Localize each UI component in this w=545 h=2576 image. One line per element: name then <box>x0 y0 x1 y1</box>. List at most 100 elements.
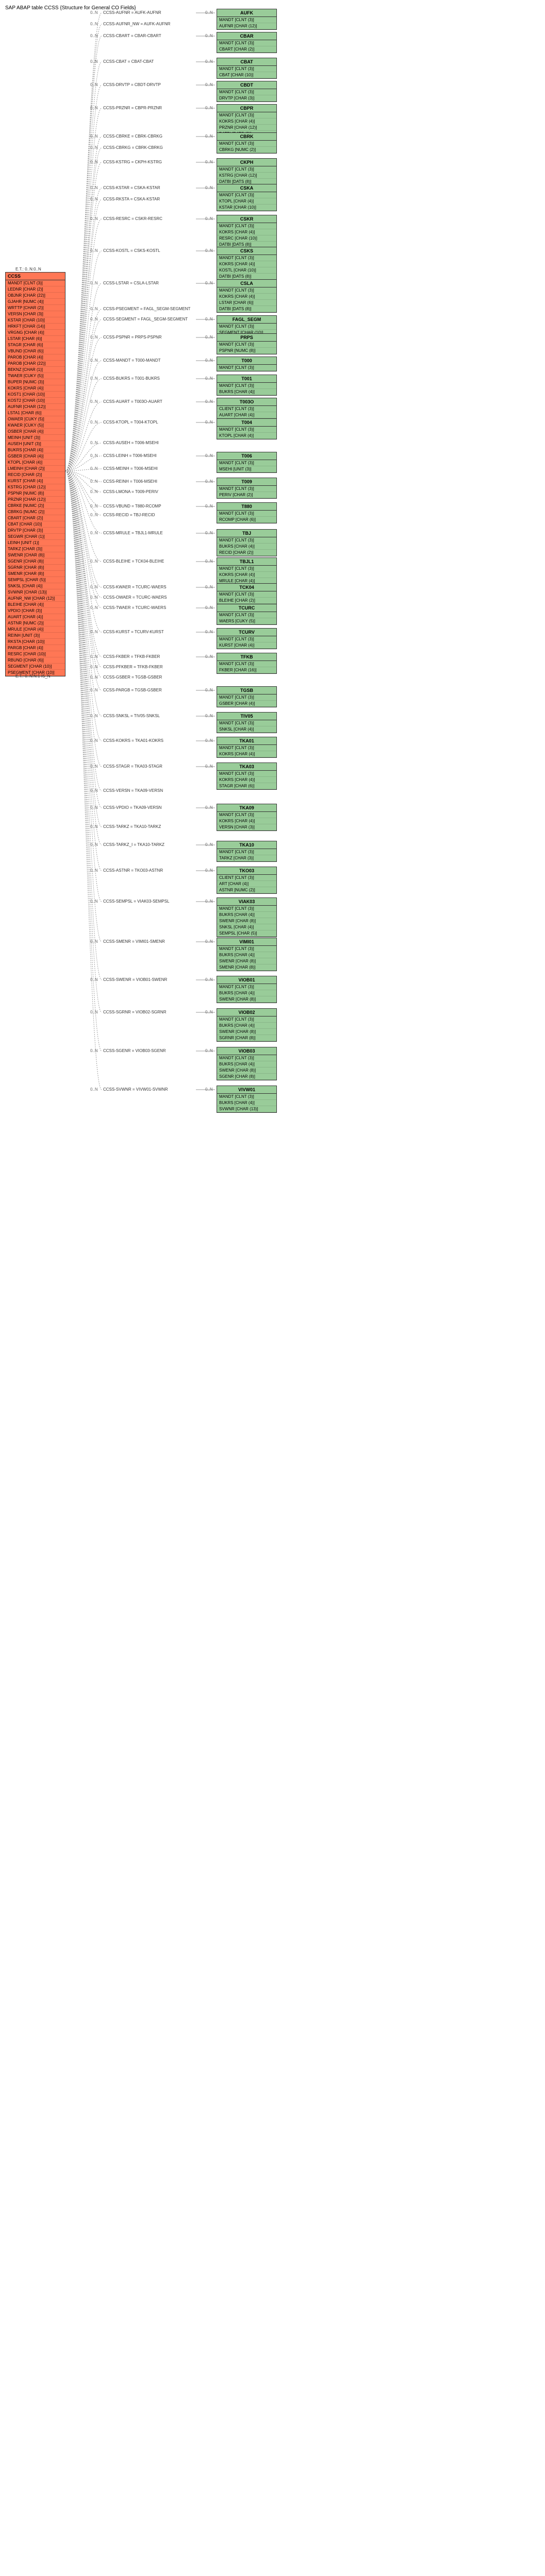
target-field: CBAT [CHAR (10)] <box>217 72 276 78</box>
mapping-label: CCSS-PRZNR = CBPR-PRZNR <box>103 106 162 110</box>
source-field: AUFNR_NW [CHAR (12)] <box>6 596 65 602</box>
source-field: WRTTP [CHAR (2)] <box>6 305 65 311</box>
target-field: MANDT [CLNT (3)] <box>217 566 276 572</box>
target-table-header: TKA10 <box>217 841 276 849</box>
cardinality-label: 0..N <box>90 185 98 190</box>
cardinality-label: 0..N <box>90 714 98 718</box>
source-field: MRULE [CHAR (4)] <box>6 626 65 633</box>
cardinality-label: 0..N <box>90 1048 98 1053</box>
target-field: ASTNR [NUMC (2)] <box>217 887 276 893</box>
cardinality-label: 0..N <box>205 335 213 340</box>
target-table-header: TKO03 <box>217 867 276 875</box>
source-field: REINH [UNIT (3)] <box>6 633 65 639</box>
target-field: SMENR [CHAR (8)] <box>217 964 276 971</box>
target-table-header: TBJ <box>217 530 276 537</box>
target-field: KOKRS [CHAR (4)] <box>217 751 276 757</box>
target-table: CSLAMANDT [CLNT (3)]KOKRS [CHAR (4)]LSTA… <box>217 279 277 313</box>
mapping-label: CCSS-PSEGMENT = FAGL_SEGM-SEGMENT <box>103 307 190 311</box>
source-field: AUFNR [CHAR (12)] <box>6 404 65 410</box>
cardinality-label: 0..N <box>205 59 213 64</box>
source-field: TWAER [CUKY (5)] <box>6 373 65 379</box>
target-field: KTOPL [CHAR (4)] <box>217 198 276 205</box>
target-field: MANDT [CLNT (3)] <box>217 427 276 433</box>
target-field: KOKRS [CHAR (4)] <box>217 261 276 267</box>
target-table: AUFKMANDT [CLNT (3)]AUFNR [CHAR (12)] <box>217 9 277 30</box>
cardinality-label: 0..N <box>205 630 213 634</box>
cardinality-label: 0..N <box>90 559 98 564</box>
cardinality-label: 0..N <box>90 33 98 38</box>
source-field: BEKNZ [CHAR (1)] <box>6 367 65 373</box>
target-table-header: CBAR <box>217 32 276 40</box>
cardinality-label: 0..N <box>205 453 213 458</box>
source-field: KTOPL [CHAR (4)] <box>6 460 65 466</box>
target-table-header: CSKA <box>217 184 276 192</box>
target-field: FKBER [CHAR (16)] <box>217 667 276 673</box>
target-table: TGSBMANDT [CLNT (3)]GSBER [CHAR (4)] <box>217 686 277 707</box>
mapping-label: CCSS-SGENR = VIOB03-SGENR <box>103 1048 166 1053</box>
mapping-label: CCSS-KOKRS = TKA01-KOKRS <box>103 738 163 743</box>
cardinality-label: 0..N <box>205 281 213 285</box>
mapping-label: CCSS-CBART = CBAR-CBART <box>103 33 161 38</box>
source-field: PARGB [CHAR (4)] <box>6 645 65 651</box>
target-field: MANDT [CLNT (3)] <box>217 66 276 72</box>
mapping-label: CCSS-LEINH = T006-MSEHI <box>103 453 157 458</box>
target-field: KOKRS [CHAR (4)] <box>217 572 276 578</box>
cardinality-label: 0..N <box>90 899 98 904</box>
source-field: KOST2 [CHAR (10)] <box>6 398 65 404</box>
source-field: LEDNR [CHAR (2)] <box>6 286 65 293</box>
target-field: SWENR [CHAR (8)] <box>217 958 276 964</box>
mapping-label: CCSS-SEGMENT = FAGL_SEGM-SEGMENT <box>103 317 188 321</box>
source-field: GSBER [CHAR (4)] <box>6 453 65 460</box>
source-field: KOKRS [CHAR (4)] <box>6 385 65 392</box>
source-field: RBUND [CHAR (6)] <box>6 657 65 664</box>
mapping-label: CCSS-PARGB = TGSB-GSBER <box>103 688 162 692</box>
target-table-header: T001 <box>217 375 276 383</box>
target-table-header: TGSB <box>217 687 276 694</box>
source-field: KWAER [CUKY (5)] <box>6 422 65 429</box>
cardinality-label: 0..N <box>90 479 98 484</box>
mapping-label: CCSS-REINH = T006-MSEHI <box>103 479 157 484</box>
target-table-header: VIOB02 <box>217 1009 276 1016</box>
source-field: PAROB [CHAR (22)] <box>6 361 65 367</box>
mapping-label: CCSS-SEMPSL = VIAK03-SEMPSL <box>103 899 169 904</box>
cardinality-label: 0..N <box>205 358 213 363</box>
target-table: PRPSMANDT [CLNT (3)]PSPNR [NUMC (8)] <box>217 333 277 354</box>
target-field: BLEIHE [CHAR (2)] <box>217 598 276 604</box>
target-field: KURST [CHAR (4)] <box>217 642 276 649</box>
target-table: CBRKMANDT [CLNT (3)]CBRKG [NUMC (2)] <box>217 132 277 154</box>
target-table-header: CKPH <box>217 159 276 166</box>
target-table-header: T006 <box>217 452 276 460</box>
cardinality-label: 0..N <box>90 197 98 201</box>
target-field: MANDT [CLNT (3)] <box>217 720 276 726</box>
target-field: MANDT [CLNT (3)] <box>217 1055 276 1061</box>
mapping-label: CCSS-CBRKG = CBRK-CBRKG <box>103 145 163 150</box>
target-table-header: VIVW01 <box>217 1086 276 1094</box>
target-table: TKO03CLIENT [CLNT (3)]ART [CHAR (4)]ASTN… <box>217 867 277 894</box>
source-field: SGRNR [CHAR (8)] <box>6 565 65 571</box>
cardinality-label: 0..N <box>205 868 213 873</box>
target-table-header: CBDT <box>217 81 276 89</box>
cardinality-label: 0..N <box>90 160 98 164</box>
target-field: KTOPL [CHAR (4)] <box>217 433 276 439</box>
target-field: CBRKG [NUMC (2)] <box>217 147 276 153</box>
cardinality-label: 0..N <box>205 216 213 221</box>
target-field: MANDT [CLNT (3)] <box>217 112 276 118</box>
mapping-label: CCSS-VPDIO = TKA09-VERSN <box>103 805 161 810</box>
target-field: MANDT [CLNT (3)] <box>217 223 276 229</box>
mapping-label: CCSS-TARKZ = TKA10-TARKZ <box>103 824 161 829</box>
target-field: CLIENT [CLNT (3)] <box>217 406 276 412</box>
mapping-label: CCSS-SNKSL = TIV05-SNKSL <box>103 714 160 718</box>
mapping-label: CCSS-AUSEH = T006-MSEHI <box>103 440 159 445</box>
target-table: CBDTMANDT [CLNT (3)]DRVTP [CHAR (3)] <box>217 81 277 102</box>
cardinality-label: 0..N <box>205 977 213 982</box>
cardinality-label: 0..N <box>90 106 98 110</box>
mapping-label: CCSS-FKBER = TFKB-FKBER <box>103 654 160 659</box>
target-field: MANDT [CLNT (3)] <box>217 342 276 348</box>
source-field: LSTA1 [CHAR (6)] <box>6 410 65 416</box>
cardinality-label: 0..N <box>205 134 213 139</box>
target-field: DRVTP [CHAR (3)] <box>217 95 276 101</box>
target-field: MANDT [CLNT (3)] <box>217 812 276 818</box>
mapping-label: CCSS-KOSTL = CSKS-KOSTL <box>103 248 160 253</box>
cardinality-label: 0..N <box>90 842 98 847</box>
target-field: PSPNR [NUMC (8)] <box>217 348 276 354</box>
